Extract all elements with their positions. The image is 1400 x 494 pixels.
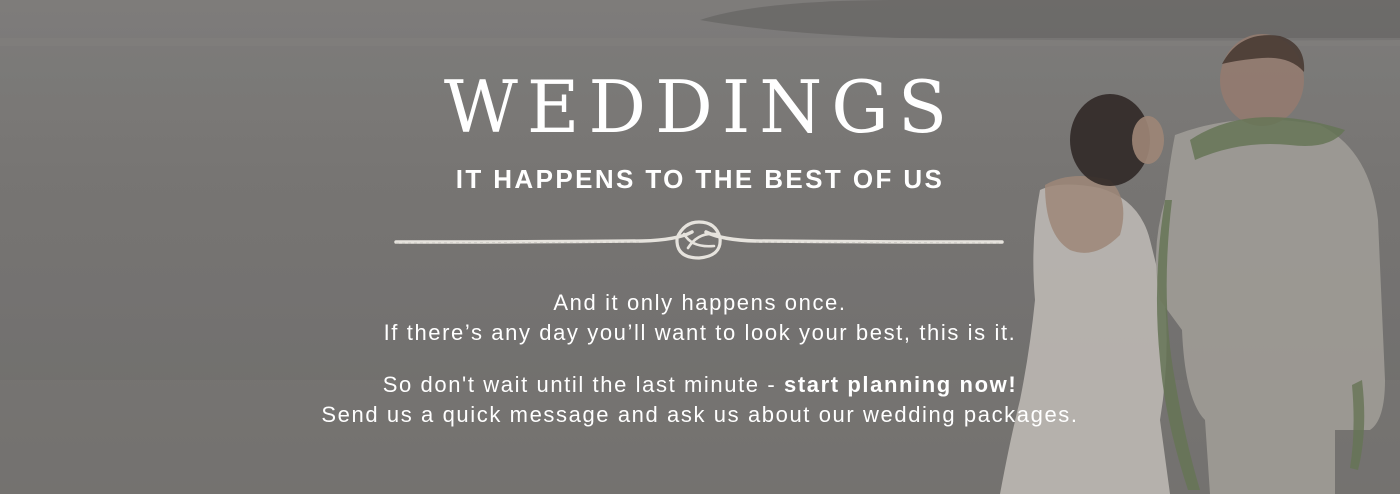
cta-line-1: So don't wait until the last minute - st… bbox=[0, 370, 1400, 400]
cta-line-1-text: So don't wait until the last minute - bbox=[382, 372, 784, 397]
intro-line-2: If there’s any day you’ll want to look y… bbox=[383, 320, 1017, 345]
page-title: WEDDINGS bbox=[443, 65, 957, 149]
wedding-hero-banner: WEDDINGS IT HAPPENS TO THE BEST OF US An… bbox=[0, 0, 1400, 494]
rope-knot-icon bbox=[394, 220, 1004, 260]
intro-line-1: And it only happens once. bbox=[553, 290, 847, 315]
intro-paragraph: And it only happens once. If there’s any… bbox=[0, 288, 1400, 348]
tagline: IT HAPPENS TO THE BEST OF US bbox=[455, 164, 945, 194]
cta-line-2: Send us a quick message and ask us about… bbox=[321, 402, 1079, 427]
cta-paragraph: So don't wait until the last minute - st… bbox=[0, 370, 1400, 430]
hero-content: WEDDINGS IT HAPPENS TO THE BEST OF US An… bbox=[0, 0, 1400, 494]
start-planning-emphasis: start planning now! bbox=[784, 372, 1018, 397]
